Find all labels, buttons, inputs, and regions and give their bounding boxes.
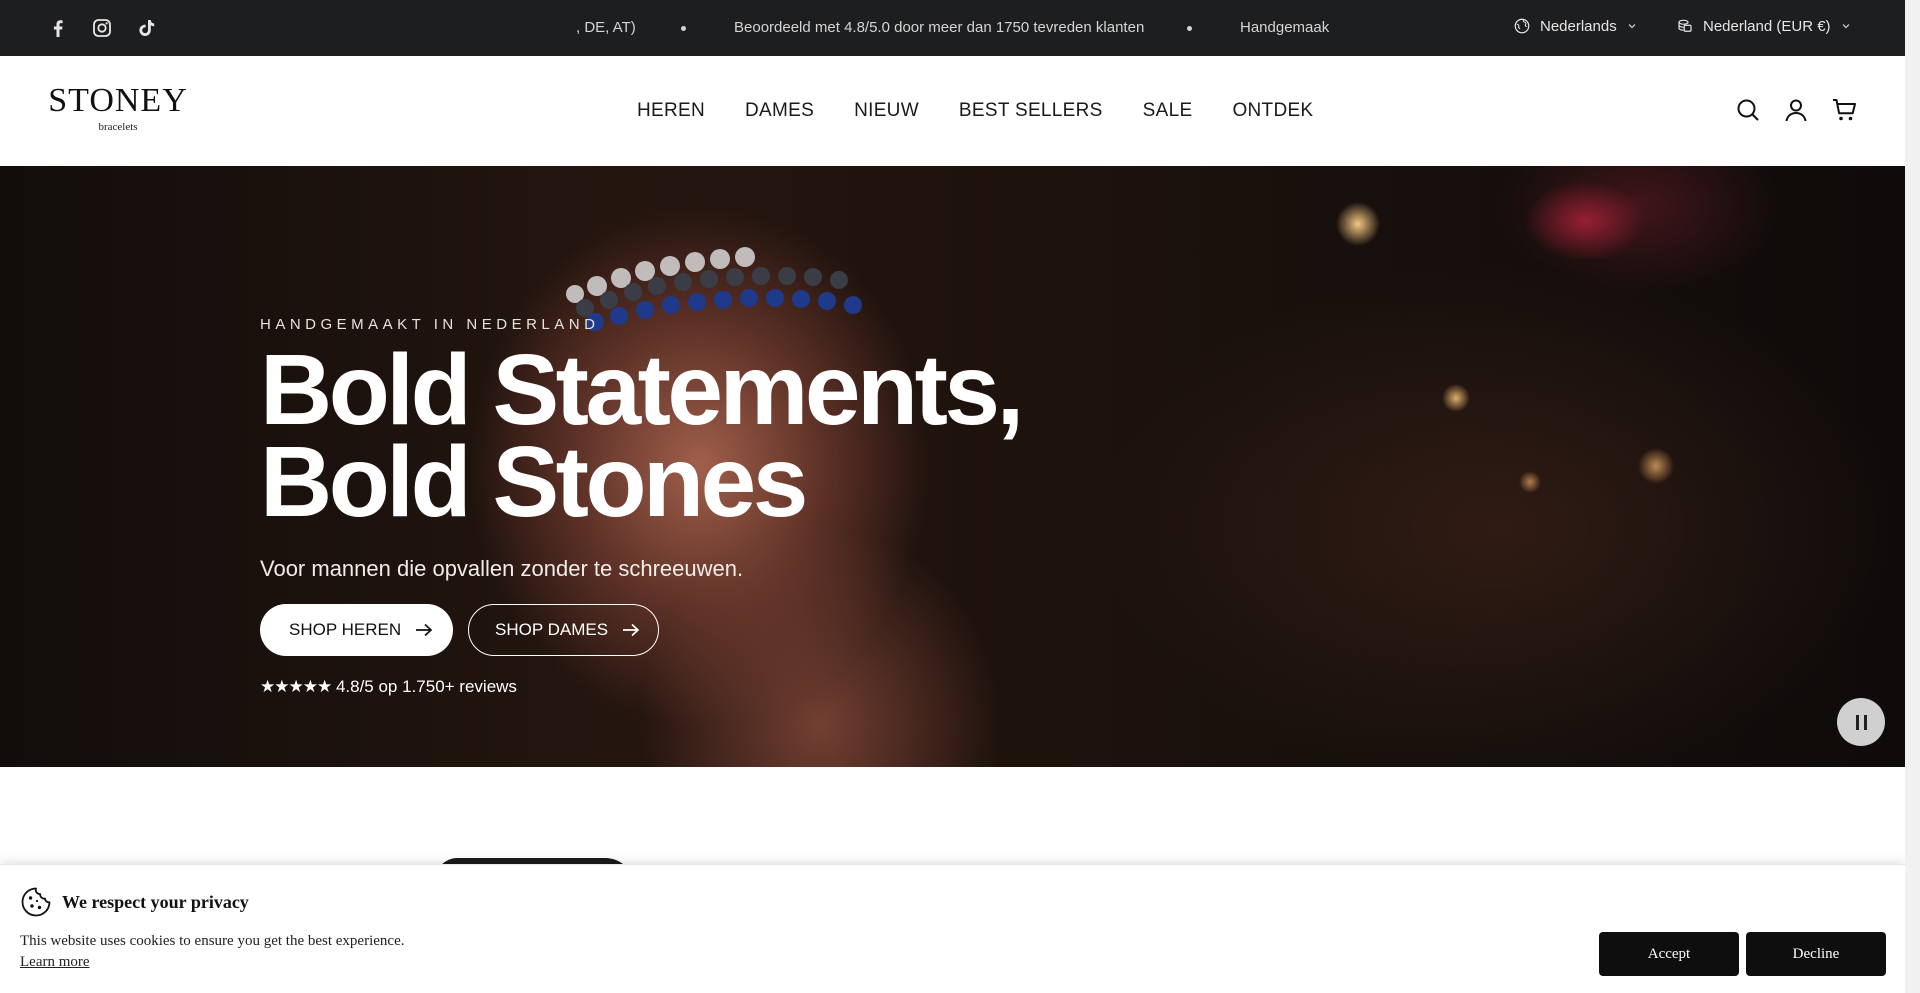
shop-dames-button[interactable]: SHOP DAMES [468,604,659,656]
announcement-bar: , DE, AT) Beoordeeld met 4.8/5.0 door me… [0,0,1905,56]
hero-headline: Bold Statements, Bold Stones [260,334,1024,538]
ticker-item-countries: , DE, AT) [576,19,636,36]
hero-eyebrow: HANDGEMAAKT IN NEDERLAND [260,316,600,333]
facebook-icon[interactable] [46,16,70,40]
learn-more-link[interactable]: Learn more [20,954,90,971]
rating-text: 4.8/5 op 1.750+ reviews [335,677,517,696]
arrow-right-icon [416,623,433,637]
hero-background-image [566,247,862,331]
header-actions [1735,97,1857,123]
nav-item-ontdek[interactable]: ONTDEK [1232,100,1313,122]
country-selector[interactable]: Nederland (EUR €) [1676,17,1852,35]
shop-heren-button[interactable]: SHOP HEREN [260,604,453,656]
hero-banner: HANDGEMAAKT IN NEDERLAND Bold Statements… [0,166,1905,767]
logo[interactable]: STONEY bracelets [48,82,188,134]
nav-item-dames[interactable]: DAMES [745,100,814,122]
cookie-title: We respect your privacy [62,892,249,912]
logo-tagline: bracelets [98,121,138,133]
pause-video-button[interactable] [1837,698,1885,746]
cookie-description: This website uses cookies to ensure you … [20,933,405,949]
language-label: Nederlands [1540,17,1617,35]
cookie-icon [21,887,51,917]
chevron-down-icon [1628,24,1636,29]
nav-item-nieuw[interactable]: NIEUW [854,100,919,122]
decline-cookies-button[interactable]: Decline [1746,932,1886,976]
shop-heren-label: SHOP HEREN [289,620,402,639]
site-header: STONEY bracelets HEREN DAMES NIEUW BEST … [0,56,1905,166]
instagram-icon[interactable] [90,16,114,40]
pause-icon [1863,714,1867,730]
country-label: Nederland (EUR €) [1703,17,1831,35]
language-selector[interactable]: Nederlands [1513,17,1638,35]
ticker-item-rating: Beoordeeld met 4.8/5.0 door meer dan 175… [734,19,1145,36]
search-icon[interactable] [1735,97,1761,123]
ticker-separator [681,26,686,31]
ticker-item-handmade: Handgemaak [1240,19,1330,36]
hero-rating: ★★★★★ 4.8/5 op 1.750+ reviews [260,677,517,697]
arrow-right-icon [623,623,640,637]
cookie-banner: We respect your privacy This website use… [0,864,1905,993]
account-icon[interactable] [1783,97,1809,123]
social-links [46,16,158,40]
main-nav: HEREN DAMES NIEUW BEST SELLERS SALE ONTD… [637,100,1313,122]
nav-item-best-sellers[interactable]: BEST SELLERS [959,100,1103,122]
tiktok-icon[interactable] [134,16,158,40]
star-rating-icons: ★★★★★ [260,677,332,696]
currency-icon [1678,19,1692,32]
globe-icon [1514,18,1530,34]
nav-item-sale[interactable]: SALE [1143,100,1193,122]
nav-item-heren[interactable]: HEREN [637,100,705,122]
accept-cookies-button[interactable]: Accept [1599,932,1739,976]
page-scrollbar[interactable] [1905,0,1920,993]
cart-icon[interactable] [1831,97,1857,123]
shop-dames-label: SHOP DAMES [495,620,609,639]
pause-icon [1855,714,1859,730]
chevron-down-icon [1842,24,1850,29]
ticker-separator [1187,26,1192,31]
hero-subheadline: Voor mannen die opvallen zonder te schre… [260,556,744,581]
logo-wordmark: STONEY [48,82,188,119]
